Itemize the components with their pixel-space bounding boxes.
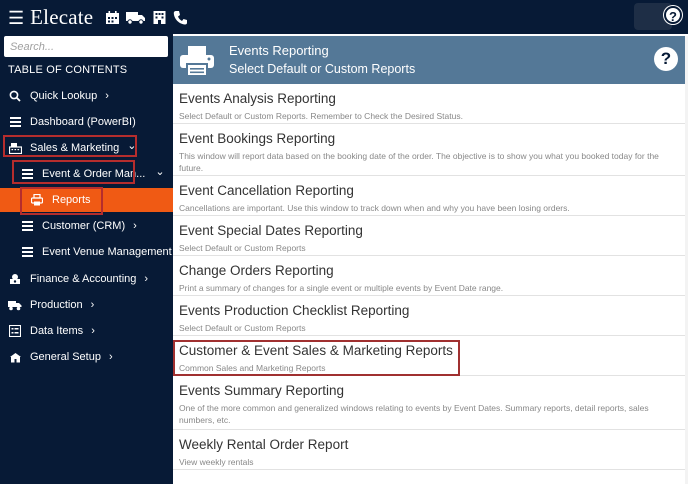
chevron-down-icon: ⌄ <box>155 166 165 178</box>
chevron-right-icon: › <box>105 90 109 102</box>
brand-logo: Elecate <box>30 5 94 29</box>
page-subtitle: Select Default or Custom Reports <box>229 62 416 76</box>
list-item[interactable]: Event Bookings Reporting This window wil… <box>173 124 685 176</box>
sidebar-item-general-setup[interactable]: General Setup › <box>0 345 173 369</box>
list-item[interactable]: Change Orders Reporting Print a summary … <box>173 256 685 296</box>
top-icons <box>105 10 188 25</box>
sidebar-item-label: Data Items <box>30 325 84 337</box>
sidebar-item-finance[interactable]: Finance & Accounting › <box>0 267 173 291</box>
sidebar-item-dashboard[interactable]: Dashboard (PowerBI) <box>0 110 173 134</box>
report-title: Event Cancellation Reporting <box>179 183 354 198</box>
search-icon <box>8 89 22 103</box>
highlight-reports <box>20 187 103 215</box>
chevron-right-icon: › <box>108 351 113 363</box>
sidebar-item-label: Dashboard (PowerBI) <box>30 116 136 128</box>
hamburger-icon <box>20 219 34 233</box>
sidebar-item-customer-crm[interactable]: Customer (CRM) › <box>0 214 173 238</box>
top-bar: ☰ Elecate ? <box>0 0 688 34</box>
phone-icon[interactable] <box>173 10 188 25</box>
truck-icon <box>8 298 22 312</box>
help-icon[interactable]: ? <box>654 47 678 71</box>
search-input[interactable] <box>4 36 168 57</box>
sidebar-item-label: Production <box>30 299 83 311</box>
reporting-header: Events Reporting Select Default or Custo… <box>173 36 685 84</box>
report-title: Event Bookings Reporting <box>179 131 336 146</box>
list-item[interactable]: Events Analysis Reporting Select Default… <box>173 84 685 124</box>
page-title: Events Reporting <box>229 43 329 58</box>
report-title: Event Special Dates Reporting <box>179 223 363 238</box>
truck-icon[interactable] <box>126 10 146 25</box>
highlight-event-order <box>12 160 135 184</box>
tools-icon <box>8 350 22 364</box>
menu-toggle-icon[interactable]: ☰ <box>8 7 24 29</box>
report-description: Select Default or Custom Reports <box>179 243 306 253</box>
sidebar-item-event-venue[interactable]: Event Venue Management <box>0 240 173 264</box>
report-description: Select Default or Custom Reports. Rememb… <box>179 111 463 121</box>
chevron-right-icon: › <box>133 220 137 232</box>
report-description: Cancellations are important. Use this wi… <box>179 203 570 213</box>
report-title: Events Analysis Reporting <box>179 91 336 106</box>
report-description: Select Default or Custom Reports <box>179 323 306 333</box>
chevron-right-icon: › <box>91 325 95 337</box>
chevron-right-icon: › <box>144 273 149 285</box>
report-description: This window will report data based on th… <box>179 151 659 173</box>
list-item[interactable]: Weekly Rental Order Report View weekly r… <box>173 430 685 470</box>
report-description: Print a summary of changes for a single … <box>179 283 504 293</box>
toc-heading: TABLE OF CONTENTS <box>8 64 128 76</box>
sidebar: TABLE OF CONTENTS Quick Lookup › Dashboa… <box>0 34 173 484</box>
sidebar-item-label: Finance & Accounting <box>30 273 137 285</box>
report-description: One of the more common and generalized w… <box>179 403 649 425</box>
money-icon <box>8 272 22 286</box>
printer-icon <box>179 45 215 82</box>
list-item[interactable]: Event Special Dates Reporting Select Def… <box>173 216 685 256</box>
report-title: Events Summary Reporting <box>179 383 345 398</box>
help-icon[interactable]: ? <box>664 6 682 24</box>
sidebar-item-label: Event Venue Management <box>42 246 172 258</box>
chevron-right-icon: › <box>90 299 95 311</box>
report-title: Change Orders Reporting <box>179 263 334 278</box>
list-icon <box>8 324 22 338</box>
sidebar-item-quick-lookup[interactable]: Quick Lookup › <box>0 84 173 108</box>
sidebar-item-label: Quick Lookup <box>30 90 98 102</box>
list-item[interactable]: Events Summary Reporting One of the more… <box>173 376 685 430</box>
logo-area: ☰ Elecate <box>8 5 188 30</box>
report-description: View weekly rentals <box>179 457 254 467</box>
hamburger-icon <box>8 115 22 129</box>
report-title: Events Production Checklist Reporting <box>179 303 410 318</box>
sidebar-item-production[interactable]: Production › <box>0 293 173 317</box>
sidebar-item-label: Customer (CRM) <box>42 220 126 232</box>
list-item[interactable]: Events Production Checklist Reporting Se… <box>173 296 685 336</box>
sidebar-item-label: General Setup <box>30 351 101 363</box>
report-title: Weekly Rental Order Report <box>179 437 349 452</box>
hamburger-icon <box>20 245 34 259</box>
sidebar-item-data-items[interactable]: Data Items › <box>0 319 173 343</box>
highlight-sales-marketing <box>3 135 137 157</box>
list-item[interactable]: Event Cancellation Reporting Cancellatio… <box>173 176 685 216</box>
calendar-icon[interactable] <box>105 10 120 25</box>
building-icon[interactable] <box>152 10 167 25</box>
highlight-customer-event-sales <box>173 340 460 376</box>
